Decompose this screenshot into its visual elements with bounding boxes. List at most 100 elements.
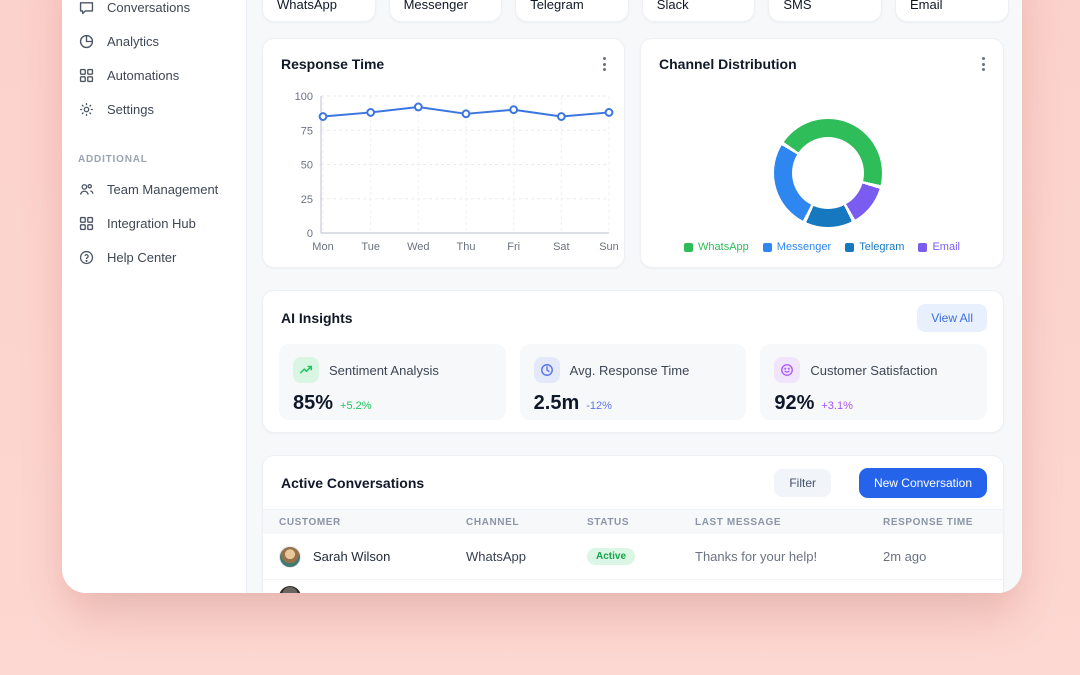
sidebar-item-team-management[interactable]: Team Management bbox=[62, 172, 246, 206]
insight-label: Customer Satisfaction bbox=[810, 363, 937, 378]
insight-label: Sentiment Analysis bbox=[329, 363, 439, 378]
svg-text:Thu: Thu bbox=[457, 241, 476, 253]
status-badge: Active bbox=[587, 548, 635, 565]
channel-card-label: Telegram bbox=[530, 0, 583, 12]
channel-distribution-donut bbox=[774, 119, 882, 227]
table-row[interactable]: Sarah Wilson WhatsApp Active Thanks for … bbox=[263, 534, 1003, 580]
channel-card-sms[interactable]: SMS bbox=[768, 0, 882, 22]
channel-card-messenger[interactable]: Messenger bbox=[389, 0, 503, 22]
svg-text:Tue: Tue bbox=[361, 241, 380, 253]
channel-card-telegram[interactable]: Telegram bbox=[515, 0, 629, 22]
avatar bbox=[279, 546, 301, 568]
sidebar-item-label: Automations bbox=[107, 68, 179, 83]
column-header-last-message: LAST MESSAGE bbox=[695, 517, 883, 528]
legend-label: Telegram bbox=[859, 241, 904, 253]
customer-name: Sarah Wilson bbox=[313, 549, 390, 564]
sidebar: Conversations Analytics Automations Setting… bbox=[62, 0, 247, 593]
column-header-response-time: RESPONSE TIME bbox=[883, 517, 1003, 528]
legend-label: Email bbox=[932, 241, 960, 253]
grid-icon bbox=[78, 215, 95, 232]
sidebar-item-analytics[interactable]: Analytics bbox=[62, 24, 246, 58]
legend-swatch bbox=[845, 243, 854, 252]
channel-card-label: WhatsApp bbox=[277, 0, 337, 12]
filter-button[interactable]: Filter bbox=[774, 469, 831, 497]
main-content: WhatsApp Messenger Telegram Slack SMS Email R… bbox=[247, 0, 1022, 593]
column-header-customer: CUSTOMER bbox=[279, 517, 466, 528]
svg-text:50: 50 bbox=[301, 160, 313, 172]
insight-label: Avg. Response Time bbox=[570, 363, 690, 378]
svg-text:25: 25 bbox=[301, 194, 313, 206]
ai-insights-card: AI Insights View All Sentiment Analysis … bbox=[262, 290, 1004, 433]
channel-card-slack[interactable]: Slack bbox=[642, 0, 756, 22]
insight-delta: -12% bbox=[586, 400, 612, 412]
sidebar-item-help-center[interactable]: Help Center bbox=[62, 240, 246, 274]
channel-card-label: SMS bbox=[783, 0, 811, 12]
response-time-card: Response Time 0255075100MonTueWedThuFriS… bbox=[262, 38, 625, 268]
sidebar-item-integration-hub[interactable]: Integration Hub bbox=[62, 206, 246, 240]
insight-grid: Sentiment Analysis 85% +5.2% Avg. Respon… bbox=[279, 344, 987, 420]
sidebar-item-label: Settings bbox=[107, 102, 154, 117]
chat-icon bbox=[78, 0, 95, 16]
avatar bbox=[279, 586, 301, 593]
channel-card-label: Slack bbox=[657, 0, 689, 12]
new-conversation-button[interactable]: New Conversation bbox=[859, 468, 987, 498]
sidebar-item-label: Conversations bbox=[107, 0, 190, 15]
svg-text:Wed: Wed bbox=[407, 241, 429, 253]
sidebar-item-label: Analytics bbox=[107, 34, 159, 49]
grid-icon bbox=[78, 67, 95, 84]
channel-cell: WhatsApp bbox=[466, 549, 587, 564]
channel-distribution-title: Channel Distribution bbox=[659, 56, 797, 72]
last-message-cell: Thanks for your help! bbox=[695, 549, 883, 564]
response-time-line-chart: 0255075100MonTueWedThuFriSatSun bbox=[263, 39, 626, 269]
sidebar-item-automations[interactable]: Automations bbox=[62, 58, 246, 92]
svg-text:Mon: Mon bbox=[312, 241, 333, 253]
legend-swatch bbox=[918, 243, 927, 252]
insight-value: 85% bbox=[293, 392, 333, 415]
smile-icon bbox=[774, 357, 800, 383]
legend-label: Messenger bbox=[777, 241, 831, 253]
sidebar-item-conversations[interactable]: Conversations bbox=[62, 0, 246, 24]
legend-item-messenger: Messenger bbox=[763, 241, 831, 253]
trend-up-icon bbox=[293, 357, 319, 383]
active-conversations-title: Active Conversations bbox=[281, 475, 424, 491]
view-all-button[interactable]: View All bbox=[917, 304, 987, 332]
insight-card-avg-response-time: Avg. Response Time 2.5m -12% bbox=[520, 344, 747, 420]
table-header: CUSTOMERCHANNELSTATUSLAST MESSAGERESPONS… bbox=[263, 509, 1003, 534]
legend-item-telegram: Telegram bbox=[845, 241, 904, 253]
sidebar-item-settings[interactable]: Settings bbox=[62, 92, 246, 126]
channel-card-label: Messenger bbox=[404, 0, 468, 12]
active-conversations-card: Active Conversations Filter New Conversa… bbox=[262, 455, 1004, 593]
help-icon bbox=[78, 249, 95, 266]
channel-card-label: Email bbox=[910, 0, 943, 12]
svg-text:Sun: Sun bbox=[599, 241, 619, 253]
clock-icon bbox=[534, 357, 560, 383]
app-window: Conversations Analytics Automations Setting… bbox=[62, 0, 1022, 593]
donut-legend: WhatsAppMessengerTelegramEmail bbox=[641, 241, 1003, 253]
sidebar-item-label: Help Center bbox=[107, 250, 176, 265]
pie-icon bbox=[78, 33, 95, 50]
channel-distribution-card: Channel Distribution WhatsAppMessengerTe… bbox=[640, 38, 1004, 268]
svg-text:Sat: Sat bbox=[553, 241, 570, 253]
svg-text:100: 100 bbox=[295, 91, 313, 103]
response-time-cell: 2m ago bbox=[883, 549, 1003, 564]
svg-text:Fri: Fri bbox=[507, 241, 520, 253]
channel-card-whatsapp[interactable]: WhatsApp bbox=[262, 0, 376, 22]
column-header-status: STATUS bbox=[587, 517, 695, 528]
sidebar-item-label: Team Management bbox=[107, 182, 218, 197]
insight-delta: +3.1% bbox=[821, 400, 853, 412]
insight-value: 2.5m bbox=[534, 392, 580, 415]
legend-swatch bbox=[763, 243, 772, 252]
channel-card-email[interactable]: Email bbox=[895, 0, 1009, 22]
channel-distribution-menu-icon[interactable] bbox=[978, 53, 989, 75]
legend-item-email: Email bbox=[918, 241, 960, 253]
insight-value: 92% bbox=[774, 392, 814, 415]
column-header-channel: CHANNEL bbox=[466, 517, 587, 528]
ai-insights-title: AI Insights bbox=[281, 310, 353, 326]
insight-card-sentiment-analysis: Sentiment Analysis 85% +5.2% bbox=[279, 344, 506, 420]
sidebar-additional-nav: Team Management Integration Hub Help Cente… bbox=[62, 172, 246, 274]
users-icon bbox=[78, 181, 95, 198]
insight-delta: +5.2% bbox=[340, 400, 372, 412]
svg-text:75: 75 bbox=[301, 125, 313, 137]
gear-icon bbox=[78, 101, 95, 118]
sidebar-item-label: Integration Hub bbox=[107, 216, 196, 231]
